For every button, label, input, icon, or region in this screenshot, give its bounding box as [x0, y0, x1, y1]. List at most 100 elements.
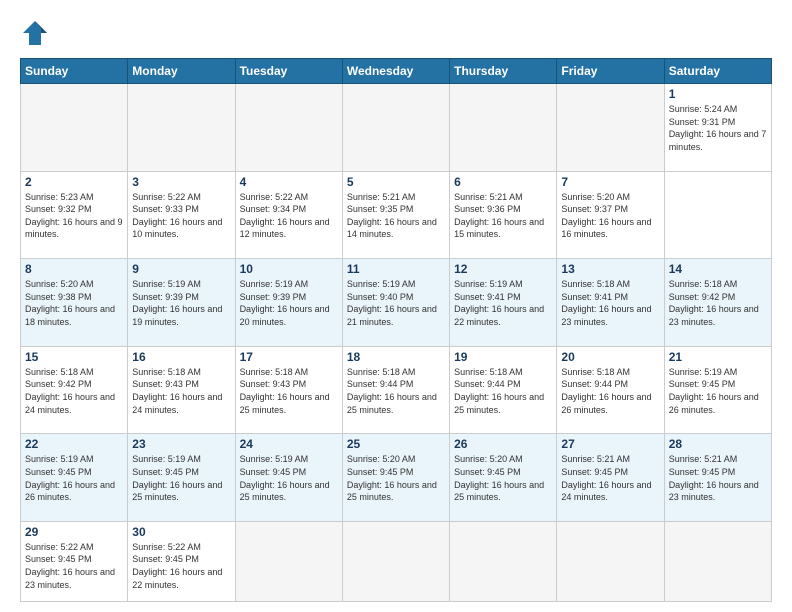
header [20, 18, 772, 48]
calendar-row: 2Sunrise: 5:23 AMSunset: 9:32 PMDaylight… [21, 171, 772, 259]
weekday-header-wednesday: Wednesday [342, 59, 449, 84]
day-info: Sunrise: 5:20 AMSunset: 9:38 PMDaylight:… [25, 278, 123, 328]
day-info: Sunrise: 5:19 AMSunset: 9:41 PMDaylight:… [454, 278, 552, 328]
day-number: 30 [132, 525, 230, 539]
calendar-cell [557, 521, 664, 601]
calendar-cell: 24 Sunrise: 5:19 AMSunset: 9:45 PMDayligh… [235, 434, 342, 522]
day-info: Sunrise: 5:22 AMSunset: 9:45 PMDaylight:… [25, 541, 123, 591]
calendar-cell [235, 521, 342, 601]
calendar-cell: 9 Sunrise: 5:19 AMSunset: 9:39 PMDaylight… [128, 259, 235, 347]
day-number: 15 [25, 350, 123, 364]
calendar-cell: 29 Sunrise: 5:22 AMSunset: 9:45 PMDayligh… [21, 521, 128, 601]
day-info: Sunrise: 5:22 AMSunset: 9:34 PMDaylight:… [240, 191, 338, 241]
calendar-cell: 7 Sunrise: 5:20 AMSunset: 9:37 PMDaylight… [557, 171, 664, 259]
day-number: 27 [561, 437, 659, 451]
day-number: 4 [240, 175, 338, 189]
day-info: Sunrise: 5:21 AMSunset: 9:45 PMDaylight:… [561, 453, 659, 503]
day-info: Sunrise: 5:18 AMSunset: 9:41 PMDaylight:… [561, 278, 659, 328]
day-number: 12 [454, 262, 552, 276]
day-number: 24 [240, 437, 338, 451]
day-number: 19 [454, 350, 552, 364]
calendar-row: 1 Sunrise: 5:24 AMSunset: 9:31 PMDaylight… [21, 84, 772, 172]
day-number: 9 [132, 262, 230, 276]
calendar-cell: 25Sunrise: 5:20 AMSunset: 9:45 PMDayligh… [342, 434, 449, 522]
calendar-cell: 30 Sunrise: 5:22 AMSunset: 9:45 PMDayligh… [128, 521, 235, 601]
day-number: 13 [561, 262, 659, 276]
calendar-cell: 11 Sunrise: 5:19 AMSunset: 9:40 PMDayligh… [342, 259, 449, 347]
day-number: 14 [669, 262, 767, 276]
empty-cell [557, 84, 664, 172]
calendar-cell: 23Sunrise: 5:19 AMSunset: 9:45 PMDayligh… [128, 434, 235, 522]
day-number: 5 [347, 175, 445, 189]
calendar-cell: 19 Sunrise: 5:18 AMSunset: 9:44 PMDayligh… [450, 346, 557, 434]
calendar-cell [342, 521, 449, 601]
calendar-cell: 22 Sunrise: 5:19 AMSunset: 9:45 PMDayligh… [21, 434, 128, 522]
page: SundayMondayTuesdayWednesdayThursdayFrid… [0, 0, 792, 612]
calendar-cell: 16 Sunrise: 5:18 AMSunset: 9:43 PMDayligh… [128, 346, 235, 434]
logo [20, 18, 54, 48]
day-info: Sunrise: 5:18 AMSunset: 9:42 PMDaylight:… [25, 366, 123, 416]
calendar-cell: 6Sunrise: 5:21 AMSunset: 9:36 PMDaylight… [450, 171, 557, 259]
day-info: Sunrise: 5:23 AMSunset: 9:32 PMDaylight:… [25, 191, 123, 241]
calendar-row: 8Sunrise: 5:20 AMSunset: 9:38 PMDaylight… [21, 259, 772, 347]
calendar-cell: 27 Sunrise: 5:21 AMSunset: 9:45 PMDayligh… [557, 434, 664, 522]
day-number: 28 [669, 437, 767, 451]
day-info: Sunrise: 5:19 AMSunset: 9:45 PMDaylight:… [25, 453, 123, 503]
calendar-cell: 13 Sunrise: 5:18 AMSunset: 9:41 PMDayligh… [557, 259, 664, 347]
day-number: 11 [347, 262, 445, 276]
day-info: Sunrise: 5:19 AMSunset: 9:45 PMDaylight:… [669, 366, 767, 416]
day-info: Sunrise: 5:18 AMSunset: 9:43 PMDaylight:… [132, 366, 230, 416]
calendar-cell [664, 521, 771, 601]
day-number: 22 [25, 437, 123, 451]
weekday-header-saturday: Saturday [664, 59, 771, 84]
day-info: Sunrise: 5:19 AMSunset: 9:39 PMDaylight:… [132, 278, 230, 328]
day-info: Sunrise: 5:21 AMSunset: 9:35 PMDaylight:… [347, 191, 445, 241]
weekday-header-thursday: Thursday [450, 59, 557, 84]
day-number: 26 [454, 437, 552, 451]
day-info: Sunrise: 5:24 AMSunset: 9:31 PMDaylight:… [669, 103, 767, 153]
day-number: 29 [25, 525, 123, 539]
day-number: 16 [132, 350, 230, 364]
day-info: Sunrise: 5:22 AMSunset: 9:45 PMDaylight:… [132, 541, 230, 591]
calendar-cell: 8Sunrise: 5:20 AMSunset: 9:38 PMDaylight… [21, 259, 128, 347]
day-number: 17 [240, 350, 338, 364]
day-number: 7 [561, 175, 659, 189]
calendar-cell: 21Sunrise: 5:19 AMSunset: 9:45 PMDayligh… [664, 346, 771, 434]
calendar-cell: 26Sunrise: 5:20 AMSunset: 9:45 PMDayligh… [450, 434, 557, 522]
calendar-cell: 2Sunrise: 5:23 AMSunset: 9:32 PMDaylight… [21, 171, 128, 259]
day-info: Sunrise: 5:18 AMSunset: 9:44 PMDaylight:… [454, 366, 552, 416]
day-number: 10 [240, 262, 338, 276]
day-info: Sunrise: 5:19 AMSunset: 9:39 PMDaylight:… [240, 278, 338, 328]
weekday-header-friday: Friday [557, 59, 664, 84]
day-info: Sunrise: 5:20 AMSunset: 9:37 PMDaylight:… [561, 191, 659, 241]
calendar-row: 15 Sunrise: 5:18 AMSunset: 9:42 PMDayligh… [21, 346, 772, 434]
day-info: Sunrise: 5:19 AMSunset: 9:45 PMDaylight:… [132, 453, 230, 503]
logo-icon [20, 18, 50, 48]
day-info: Sunrise: 5:19 AMSunset: 9:40 PMDaylight:… [347, 278, 445, 328]
weekday-header-row: SundayMondayTuesdayWednesdayThursdayFrid… [21, 59, 772, 84]
calendar-table: SundayMondayTuesdayWednesdayThursdayFrid… [20, 58, 772, 602]
calendar-row: 29 Sunrise: 5:22 AMSunset: 9:45 PMDayligh… [21, 521, 772, 601]
calendar-cell: 4 Sunrise: 5:22 AMSunset: 9:34 PMDaylight… [235, 171, 342, 259]
day-number: 1 [669, 87, 767, 101]
calendar-row: 22 Sunrise: 5:19 AMSunset: 9:45 PMDayligh… [21, 434, 772, 522]
day-number: 3 [132, 175, 230, 189]
calendar-cell: 18Sunrise: 5:18 AMSunset: 9:44 PMDayligh… [342, 346, 449, 434]
calendar-cell [450, 521, 557, 601]
day-info: Sunrise: 5:21 AMSunset: 9:45 PMDaylight:… [669, 453, 767, 503]
calendar-cell: 1 Sunrise: 5:24 AMSunset: 9:31 PMDaylight… [664, 84, 771, 172]
empty-cell [450, 84, 557, 172]
empty-cell [21, 84, 128, 172]
weekday-header-monday: Monday [128, 59, 235, 84]
day-info: Sunrise: 5:19 AMSunset: 9:45 PMDaylight:… [240, 453, 338, 503]
empty-cell [342, 84, 449, 172]
day-info: Sunrise: 5:18 AMSunset: 9:42 PMDaylight:… [669, 278, 767, 328]
calendar-cell: 20Sunrise: 5:18 AMSunset: 9:44 PMDayligh… [557, 346, 664, 434]
calendar-cell: 17 Sunrise: 5:18 AMSunset: 9:43 PMDayligh… [235, 346, 342, 434]
day-number: 25 [347, 437, 445, 451]
calendar-cell: 5 Sunrise: 5:21 AMSunset: 9:35 PMDaylight… [342, 171, 449, 259]
weekday-header-sunday: Sunday [21, 59, 128, 84]
calendar-cell: 28 Sunrise: 5:21 AMSunset: 9:45 PMDayligh… [664, 434, 771, 522]
day-info: Sunrise: 5:22 AMSunset: 9:33 PMDaylight:… [132, 191, 230, 241]
day-info: Sunrise: 5:18 AMSunset: 9:43 PMDaylight:… [240, 366, 338, 416]
